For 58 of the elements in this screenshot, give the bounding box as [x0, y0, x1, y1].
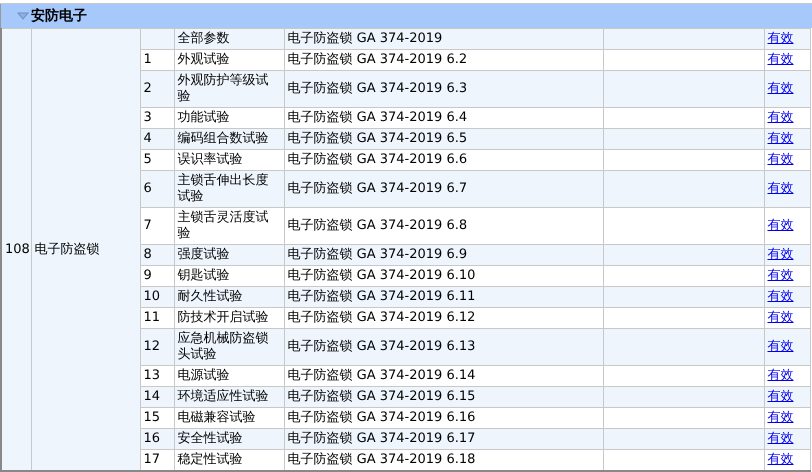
test-item: 稳定性试验: [178, 452, 242, 467]
standard-reference: 电子防盗锁 GA 374-2019 6.11: [288, 289, 476, 304]
test-item: 环境适应性试验: [178, 389, 268, 404]
group-title: 安防电子: [31, 7, 87, 25]
test-item: 外观试验: [178, 52, 230, 67]
standard-reference: 电子防盗锁 GA 374-2019 6.9: [288, 247, 468, 262]
standard-reference: 电子防盗锁 GA 374-2019 6.4: [288, 110, 468, 125]
row-number: 12: [144, 339, 160, 354]
row-number: 10: [144, 289, 160, 304]
standard-reference: 电子防盗锁 GA 374-2019 6.16: [288, 410, 476, 425]
product-number: 108: [5, 242, 30, 256]
row-number: 3: [144, 110, 152, 125]
test-item: 电源试验: [178, 368, 230, 383]
standard-reference: 电子防盗锁 GA 374-2019 6.5: [288, 131, 468, 146]
test-item: 功能试验: [178, 110, 230, 125]
standard-reference: 电子防盗锁 GA 374-2019 6.6: [288, 152, 468, 167]
test-item: 主锁舌伸出长度试验: [178, 173, 268, 204]
row-number: 7: [144, 218, 152, 233]
standard-reference: 电子防盗锁 GA 374-2019 6.15: [288, 389, 476, 404]
row-number: 1: [144, 52, 152, 67]
row-number: 15: [144, 410, 160, 425]
test-item: 安全性试验: [178, 431, 242, 446]
row-number: 13: [144, 368, 160, 383]
row-number: 6: [144, 181, 152, 196]
standard-reference: 电子防盗锁 GA 374-2019 6.18: [288, 452, 476, 467]
standard-reference: 电子防盗锁 GA 374-2019 6.17: [288, 431, 476, 446]
test-item: 耐久性试验: [178, 289, 242, 304]
row-number: 17: [144, 452, 160, 467]
test-item: 应急机械防盗锁头试验: [178, 331, 268, 362]
test-item: 强度试验: [178, 247, 230, 262]
standard-reference: 电子防盗锁 GA 374-2019 6.2: [288, 52, 468, 67]
test-item: 钥匙试验: [178, 268, 230, 283]
test-item: 电磁兼容试验: [178, 410, 256, 425]
standard-reference: 电子防盗锁 GA 374-2019 6.12: [288, 310, 476, 325]
test-item: 主锁舌灵活度试验: [178, 210, 268, 241]
standard-reference: 电子防盗锁 GA 374-2019 6.7: [288, 181, 468, 196]
test-item: 全部参数: [178, 31, 230, 46]
row-number: 2: [144, 81, 152, 96]
collapse-icon[interactable]: [17, 12, 29, 20]
row-number: 11: [144, 310, 160, 325]
product-name: 电子防盗锁: [34, 242, 100, 256]
standard-reference: 电子防盗锁 GA 374-2019 6.13: [288, 339, 476, 354]
row-number: 14: [144, 389, 160, 404]
standard-reference: 电子防盗锁 GA 374-2019 6.3: [288, 81, 468, 96]
test-item: 外观防护等级试验: [178, 73, 268, 104]
standard-reference: 电子防盗锁 GA 374-2019 6.10: [288, 268, 476, 283]
row-number: 16: [144, 431, 160, 446]
standard-reference: 电子防盗锁 GA 374-2019: [288, 31, 442, 46]
standard-reference: 电子防盗锁 GA 374-2019 6.14: [288, 368, 476, 383]
standard-reference: 电子防盗锁 GA 374-2019 6.8: [288, 218, 468, 233]
row-number: 9: [144, 268, 152, 283]
test-item: 编码组合数试验: [178, 131, 268, 146]
row-number: 4: [144, 131, 152, 146]
group-header[interactable]: 安防电子: [0, 4, 812, 28]
test-item: 防技术开启试验: [178, 310, 268, 325]
test-item: 误识率试验: [178, 152, 242, 167]
row-number: 8: [144, 247, 152, 262]
row-number: 5: [144, 152, 152, 167]
